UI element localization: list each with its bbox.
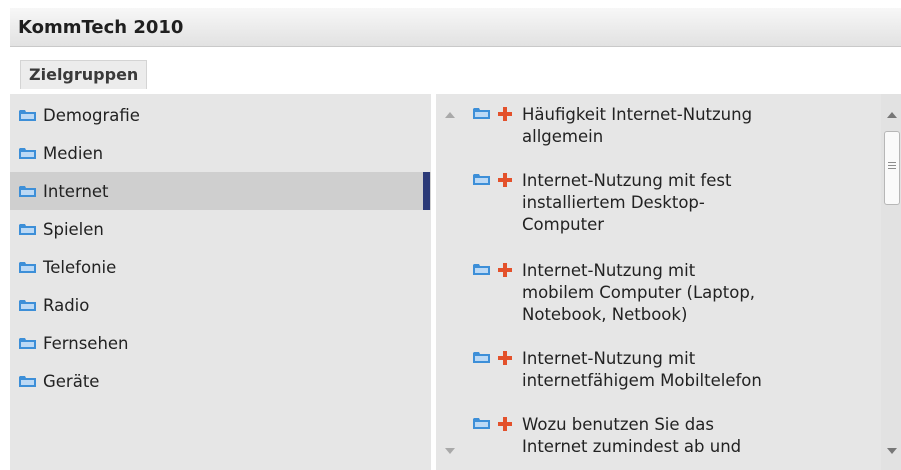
folder-icon xyxy=(473,417,490,430)
item-label-line: Internet zumindest ab und xyxy=(522,437,742,456)
category-label: Radio xyxy=(43,295,90,315)
scroll-up-arrow-icon[interactable] xyxy=(445,112,455,118)
list-item[interactable]: Internet-Nutzung mit mobilem Computer (L… xyxy=(465,260,881,326)
item-label-line: Wozu benutzen Sie das xyxy=(522,415,714,434)
tab-bar: Zielgruppen xyxy=(10,54,901,90)
category-geraete[interactable]: Geräte xyxy=(10,362,431,400)
category-label: Telefonie xyxy=(43,257,117,277)
category-fernsehen[interactable]: Fernsehen xyxy=(10,324,431,362)
grip-line xyxy=(888,168,896,169)
folder-icon xyxy=(19,261,36,274)
folder-icon xyxy=(19,375,36,388)
category-radio[interactable]: Radio xyxy=(10,286,431,324)
app-title: KommTech 2010 xyxy=(18,17,184,38)
category-label: Demografie xyxy=(43,105,140,125)
category-medien[interactable]: Medien xyxy=(10,134,431,172)
category-label: Geräte xyxy=(43,371,100,391)
grip-line xyxy=(888,165,896,166)
item-label-line: Internet-Nutzung mit fest xyxy=(522,171,732,190)
folder-icon xyxy=(19,337,36,350)
folder-icon xyxy=(19,299,36,312)
category-label: Medien xyxy=(43,143,104,163)
category-label: Internet xyxy=(43,181,109,201)
middle-scrollbar[interactable] xyxy=(436,94,465,470)
plus-icon[interactable] xyxy=(498,417,512,431)
item-label-line: Internet-Nutzung mit xyxy=(522,261,696,280)
right-scrollbar[interactable] xyxy=(881,94,901,470)
category-telefonie[interactable]: Telefonie xyxy=(10,248,431,286)
category-internet[interactable]: Internet xyxy=(10,172,431,210)
item-label-line: installiertem Desktop- xyxy=(522,193,705,212)
scroll-down-arrow-icon[interactable] xyxy=(887,448,897,454)
folder-icon xyxy=(473,351,490,364)
folder-icon xyxy=(19,147,36,160)
plus-icon[interactable] xyxy=(498,263,512,277)
folder-icon xyxy=(19,109,36,122)
folder-icon xyxy=(473,107,490,120)
item-label: Wozu benutzen Sie das Internet zumindest… xyxy=(522,414,852,458)
category-label: Fernsehen xyxy=(43,333,129,353)
plus-icon[interactable] xyxy=(498,173,512,187)
list-item[interactable]: Internet-Nutzung mit internetfähigem Mob… xyxy=(465,348,881,392)
folder-icon xyxy=(19,223,36,236)
plus-icon[interactable] xyxy=(498,107,512,121)
category-label: Spielen xyxy=(43,219,104,239)
item-label: Internet-Nutzung mit mobilem Computer (L… xyxy=(522,260,852,326)
item-label: Häufigkeit Internet-Nutzung allgemein xyxy=(522,104,852,148)
folder-icon xyxy=(473,173,490,186)
item-label-line: Notebook, Netbook) xyxy=(522,305,688,324)
list-item[interactable]: Häufigkeit Internet-Nutzung allgemein xyxy=(465,104,881,148)
folder-icon xyxy=(19,185,36,198)
folder-icon xyxy=(473,263,490,276)
item-label-line: allgemein xyxy=(522,127,604,146)
item-label-line: internetfähigem Mobiltelefon xyxy=(522,371,762,390)
selection-indicator xyxy=(423,172,430,210)
list-item[interactable]: Wozu benutzen Sie das Internet zumindest… xyxy=(465,414,881,458)
app-header: KommTech 2010 xyxy=(10,8,901,47)
list-item[interactable]: Internet-Nutzung mit fest installiertem … xyxy=(465,170,881,236)
scroll-up-arrow-icon[interactable] xyxy=(887,112,897,118)
category-demografie[interactable]: Demografie xyxy=(10,96,431,134)
tab-zielgruppen[interactable]: Zielgruppen xyxy=(20,60,148,89)
category-spielen[interactable]: Spielen xyxy=(10,210,431,248)
item-list: Häufigkeit Internet-Nutzung allgemein In… xyxy=(465,94,881,470)
scroll-down-arrow-icon[interactable] xyxy=(445,448,455,454)
item-label-line: mobilem Computer (Laptop, xyxy=(522,283,756,302)
category-list: Demografie Medien Internet Spielen Telef… xyxy=(10,94,431,470)
plus-icon[interactable] xyxy=(498,351,512,365)
item-label-line: Internet-Nutzung mit xyxy=(522,349,696,368)
grip-line xyxy=(888,162,896,163)
item-label: Internet-Nutzung mit fest installiertem … xyxy=(522,170,852,236)
item-label-line: Häufigkeit Internet-Nutzung xyxy=(522,105,753,124)
scrollbar-thumb[interactable] xyxy=(884,131,900,205)
item-label-line: Computer xyxy=(522,215,605,234)
item-label: Internet-Nutzung mit internetfähigem Mob… xyxy=(522,348,852,392)
